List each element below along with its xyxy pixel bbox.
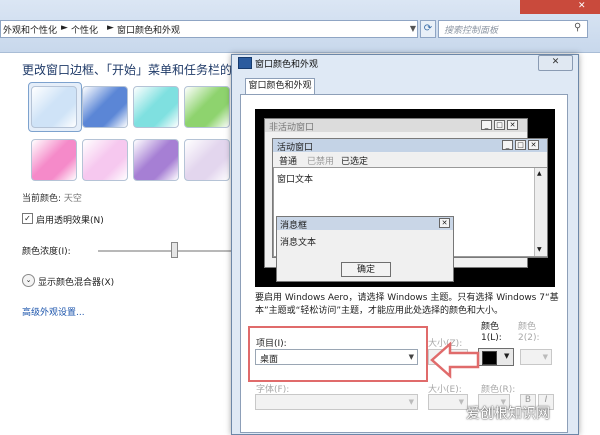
preview-ok-button[interactable]: 确定 bbox=[341, 262, 391, 277]
arrow-icon bbox=[430, 341, 480, 379]
minimize-icon: _ bbox=[481, 120, 492, 130]
advanced-appearance-link[interactable]: 高级外观设置... bbox=[22, 305, 85, 318]
menu-item-normal: 普通 bbox=[279, 157, 298, 167]
chevron-down-icon: ▼ bbox=[504, 352, 510, 360]
breadcrumb-item[interactable]: 窗口颜色和外观 bbox=[117, 23, 180, 36]
chevron-down-icon: ▼ bbox=[408, 398, 414, 406]
transparency-label[interactable]: 启用透明效果(N) bbox=[36, 213, 104, 226]
window-icon bbox=[238, 57, 252, 69]
current-color-label: 当前颜色: bbox=[22, 194, 62, 204]
close-icon: ✕ bbox=[439, 218, 450, 228]
watermark: 爱创根知识网 bbox=[466, 406, 550, 422]
maximize-icon: □ bbox=[494, 120, 505, 130]
color1-swatch bbox=[482, 351, 497, 365]
color2-label: 颜色 2(2): bbox=[518, 322, 540, 343]
inactive-title: 非活动窗口 bbox=[269, 123, 315, 133]
preview-menu-bar: 普通 已禁用 已选定 bbox=[273, 153, 547, 167]
color-swatch[interactable] bbox=[133, 86, 179, 128]
color-swatch[interactable] bbox=[133, 139, 179, 181]
breadcrumb-item[interactable]: 外观和个性化 bbox=[3, 23, 57, 36]
color1-label: 颜色 1(L): bbox=[481, 322, 502, 343]
menu-item-disabled: 已禁用 bbox=[307, 157, 335, 167]
search-placeholder: 搜索控制面板 bbox=[444, 26, 499, 36]
close-icon: ✕ bbox=[528, 140, 539, 150]
minimize-icon: _ bbox=[502, 140, 513, 150]
active-title-bar: 活动窗口 _ □ ✕ bbox=[273, 139, 547, 153]
intensity-slider-track[interactable] bbox=[98, 250, 238, 252]
breadcrumb[interactable]: 外观和个性化 ► 个性化 ► 窗口颜色和外观 ▼ bbox=[0, 20, 418, 38]
color-swatch[interactable] bbox=[184, 86, 230, 128]
scroll-up-icon: ▲ bbox=[537, 170, 542, 177]
chevron-right-icon: ► bbox=[61, 23, 68, 33]
current-color: 当前颜色: 天空 bbox=[22, 191, 82, 204]
scroll-down-icon: ▼ bbox=[537, 246, 542, 253]
color-swatch[interactable] bbox=[82, 139, 128, 181]
color2-picker[interactable]: ▼ bbox=[520, 349, 552, 365]
aero-description: 要启用 Windows Aero，请选择 Windows 主题。只有选择 Win… bbox=[255, 293, 559, 316]
color-mixer-toggle[interactable]: 显示颜色混合器(X) bbox=[38, 275, 114, 288]
chevron-down-icon[interactable]: ▼ bbox=[407, 21, 419, 37]
maximize-icon: □ bbox=[515, 140, 526, 150]
intensity-slider-thumb[interactable] bbox=[171, 242, 178, 258]
chevron-down-icon: ▼ bbox=[458, 398, 464, 406]
close-icon[interactable]: ✕ bbox=[578, 1, 586, 11]
font-dropdown[interactable]: ▼ bbox=[255, 394, 418, 410]
dialog-close-button[interactable]: ✕ bbox=[538, 55, 573, 71]
dialog-title: 窗口颜色和外观 bbox=[255, 60, 319, 70]
chevron-right-icon: ► bbox=[107, 23, 114, 33]
color-swatch[interactable] bbox=[82, 86, 128, 128]
message-title-bar: 消息框 ✕ bbox=[277, 217, 453, 231]
window-controls[interactable]: ✕ bbox=[520, 0, 600, 14]
font-size-dropdown[interactable]: ▼ bbox=[428, 394, 468, 410]
search-icon[interactable]: ⚲ bbox=[574, 22, 586, 34]
menu-item-selected: 已选定 bbox=[341, 157, 369, 167]
window-text: 窗口文本 bbox=[277, 175, 314, 185]
refresh-button[interactable]: ⟳ bbox=[420, 20, 436, 38]
page-title: 更改窗口边框、「开始」菜单和任务栏的 bbox=[22, 63, 233, 77]
active-title: 活动窗口 bbox=[277, 143, 314, 153]
chevron-down-icon: ▼ bbox=[542, 353, 548, 361]
tab-window-color[interactable]: 窗口颜色和外观 bbox=[245, 78, 315, 95]
intensity-label: 颜色浓度(I): bbox=[22, 247, 71, 257]
color-swatch[interactable] bbox=[31, 86, 77, 128]
chevron-down-icon[interactable]: ⌄ bbox=[22, 274, 35, 287]
current-color-value: 天空 bbox=[63, 194, 82, 204]
close-icon: ✕ bbox=[507, 120, 518, 130]
color-swatch[interactable] bbox=[31, 139, 77, 181]
inactive-title-bar: 非活动窗口 _ □ ✕ bbox=[265, 119, 527, 133]
message-title: 消息框 bbox=[280, 221, 308, 231]
preview-scrollbar: ▲ ▼ bbox=[534, 168, 547, 256]
breadcrumb-item[interactable]: 个性化 bbox=[71, 23, 98, 36]
search-input[interactable]: 搜索控制面板 bbox=[438, 20, 588, 38]
color-swatch[interactable] bbox=[184, 139, 230, 181]
highlight-box bbox=[248, 326, 428, 382]
message-text: 消息文本 bbox=[280, 238, 317, 248]
transparency-checkbox[interactable]: ✓ bbox=[22, 213, 33, 224]
